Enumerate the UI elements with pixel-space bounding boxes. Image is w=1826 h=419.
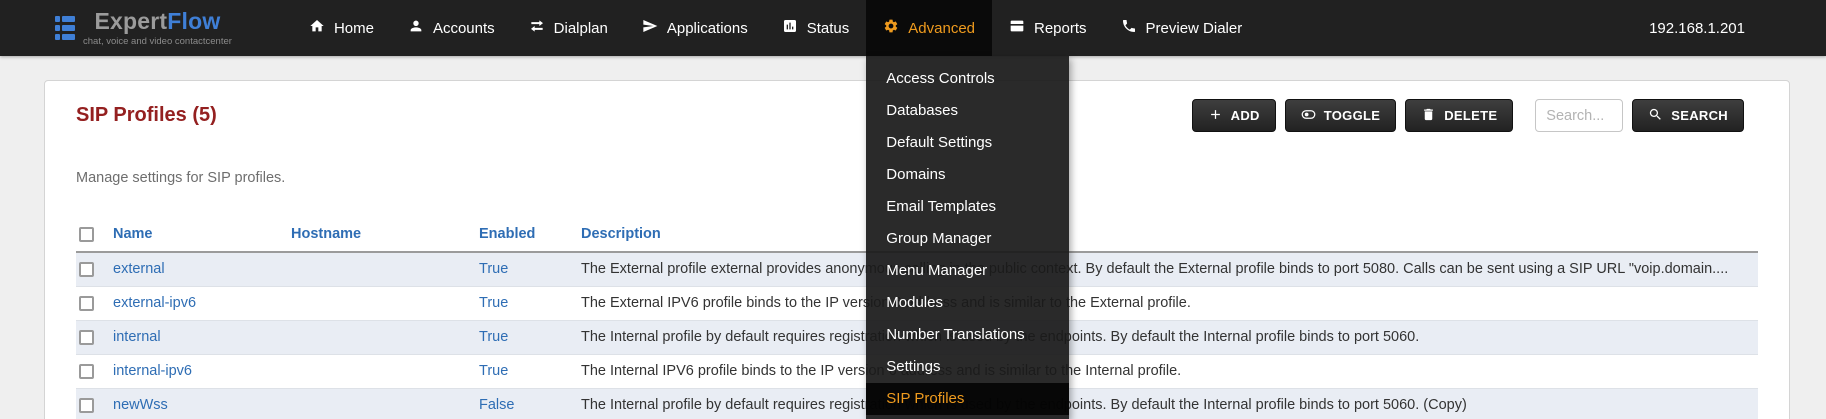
nav-item-label: Applications (667, 20, 748, 37)
nav-item-label: Dialplan (554, 20, 608, 37)
nav-item-label: Status (807, 20, 850, 37)
top-navbar: ExpertFlow chat, voice and video contact… (0, 0, 1826, 56)
search-button[interactable]: SEARCH (1632, 99, 1744, 132)
enabled-cell: True (479, 252, 581, 286)
trash-icon (1421, 107, 1436, 125)
enabled-cell: True (479, 354, 581, 388)
paper-plane-icon (642, 18, 658, 38)
search-input[interactable] (1535, 99, 1623, 132)
nav-item-label: Reports (1034, 20, 1087, 37)
description-cell: The External IPV6 profile binds to the I… (581, 286, 1758, 320)
user-icon (408, 18, 424, 38)
row-checkbox[interactable] (79, 330, 94, 345)
advanced-dropdown: Access Controls Databases Default Settin… (866, 56, 1069, 419)
nav-item-label: Preview Dialer (1146, 20, 1243, 37)
nav-item-label: Accounts (433, 20, 495, 37)
delete-button[interactable]: DELETE (1405, 99, 1513, 132)
search-button-label: SEARCH (1671, 108, 1728, 123)
toggle-button-label: TOGGLE (1324, 108, 1380, 123)
profile-name-link[interactable]: internal (113, 329, 161, 345)
column-header-enabled[interactable]: Enabled (479, 220, 581, 252)
plus-icon (1208, 107, 1223, 125)
nav-item-preview-dialer[interactable]: Preview Dialer (1104, 0, 1260, 56)
expertflow-logo[interactable]: ExpertFlow chat, voice and video contact… (55, 0, 232, 56)
enabled-cell: True (479, 286, 581, 320)
nav-item-applications[interactable]: Applications (625, 0, 765, 56)
delete-button-label: DELETE (1444, 108, 1497, 123)
dropdown-item-modules[interactable]: Modules (866, 287, 1069, 319)
description-cell: The Internal IPV6 profile binds to the I… (581, 354, 1758, 388)
row-checkbox[interactable] (79, 262, 94, 277)
nav-item-reports[interactable]: Reports (992, 0, 1104, 56)
select-all-checkbox[interactable] (79, 227, 94, 242)
phone-icon (1121, 18, 1137, 38)
dropdown-item-number-translations[interactable]: Number Translations (866, 319, 1069, 351)
row-checkbox[interactable] (79, 296, 94, 311)
hostname-cell (291, 320, 479, 354)
dropdown-item-domains[interactable]: Domains (866, 159, 1069, 191)
row-checkbox[interactable] (79, 364, 94, 379)
server-ip-address: 192.168.1.201 (1649, 20, 1745, 37)
dropdown-item-default-settings[interactable]: Default Settings (866, 127, 1069, 159)
dropdown-item-menu-manager[interactable]: Menu Manager (866, 255, 1069, 287)
nav-item-label: Advanced (908, 20, 975, 37)
main-nav: Home Accounts Dialplan Applications Stat… (292, 0, 1259, 56)
profile-name-link[interactable]: internal-ipv6 (113, 363, 192, 379)
column-header-name[interactable]: Name (113, 220, 291, 252)
add-button-label: ADD (1231, 108, 1260, 123)
hostname-cell (291, 388, 479, 419)
dropdown-item-email-templates[interactable]: Email Templates (866, 191, 1069, 223)
logo-text: ExpertFlow chat, voice and video contact… (83, 9, 232, 46)
brand-tagline: chat, voice and video contactcenter (83, 36, 232, 47)
dropdown-item-group-manager[interactable]: Group Manager (866, 223, 1069, 255)
brand-primary: Expert (94, 8, 167, 34)
toolbar: ADD TOGGLE DELETE SEARCH (1192, 99, 1744, 132)
profile-name-link[interactable]: external-ipv6 (113, 295, 196, 311)
column-header-description[interactable]: Description (581, 220, 1758, 252)
profile-name-link[interactable]: newWss (113, 397, 168, 413)
description-cell: The Internal profile by default requires… (581, 388, 1758, 419)
hostname-cell (291, 252, 479, 286)
description-cell: The External profile external provides a… (581, 252, 1758, 286)
page-title: SIP Profiles (5) (76, 104, 217, 127)
profile-name-link[interactable]: external (113, 261, 165, 277)
nav-item-accounts[interactable]: Accounts (391, 0, 512, 56)
search-icon (1648, 107, 1663, 125)
nav-item-label: Home (334, 20, 374, 37)
dropdown-item-databases[interactable]: Databases (866, 95, 1069, 127)
dropdown-item-settings[interactable]: Settings (866, 351, 1069, 383)
book-icon (1009, 18, 1025, 38)
column-header-hostname[interactable]: Hostname (291, 220, 479, 252)
transfer-arrows-icon (529, 18, 545, 38)
toggle-button[interactable]: TOGGLE (1285, 99, 1396, 132)
nav-item-status[interactable]: Status (765, 0, 867, 56)
toggle-icon (1301, 107, 1316, 125)
bar-chart-icon (782, 18, 798, 38)
description-cell: The Internal profile by default requires… (581, 320, 1758, 354)
brand-secondary: Flow (167, 8, 220, 34)
hostname-cell (291, 354, 479, 388)
dropdown-item-sip-profiles[interactable]: SIP Profiles (866, 383, 1069, 415)
row-checkbox[interactable] (79, 398, 94, 413)
gear-icon (883, 18, 899, 38)
hostname-cell (291, 286, 479, 320)
logo-grid-icon (55, 16, 75, 40)
home-icon (309, 18, 325, 38)
add-button[interactable]: ADD (1192, 99, 1276, 132)
nav-item-advanced[interactable]: Advanced Access Controls Databases Defau… (866, 0, 992, 56)
nav-item-dialplan[interactable]: Dialplan (512, 0, 625, 56)
nav-item-home[interactable]: Home (292, 0, 391, 56)
enabled-cell: False (479, 388, 581, 419)
dropdown-item-access-controls[interactable]: Access Controls (866, 63, 1069, 95)
enabled-cell: True (479, 320, 581, 354)
